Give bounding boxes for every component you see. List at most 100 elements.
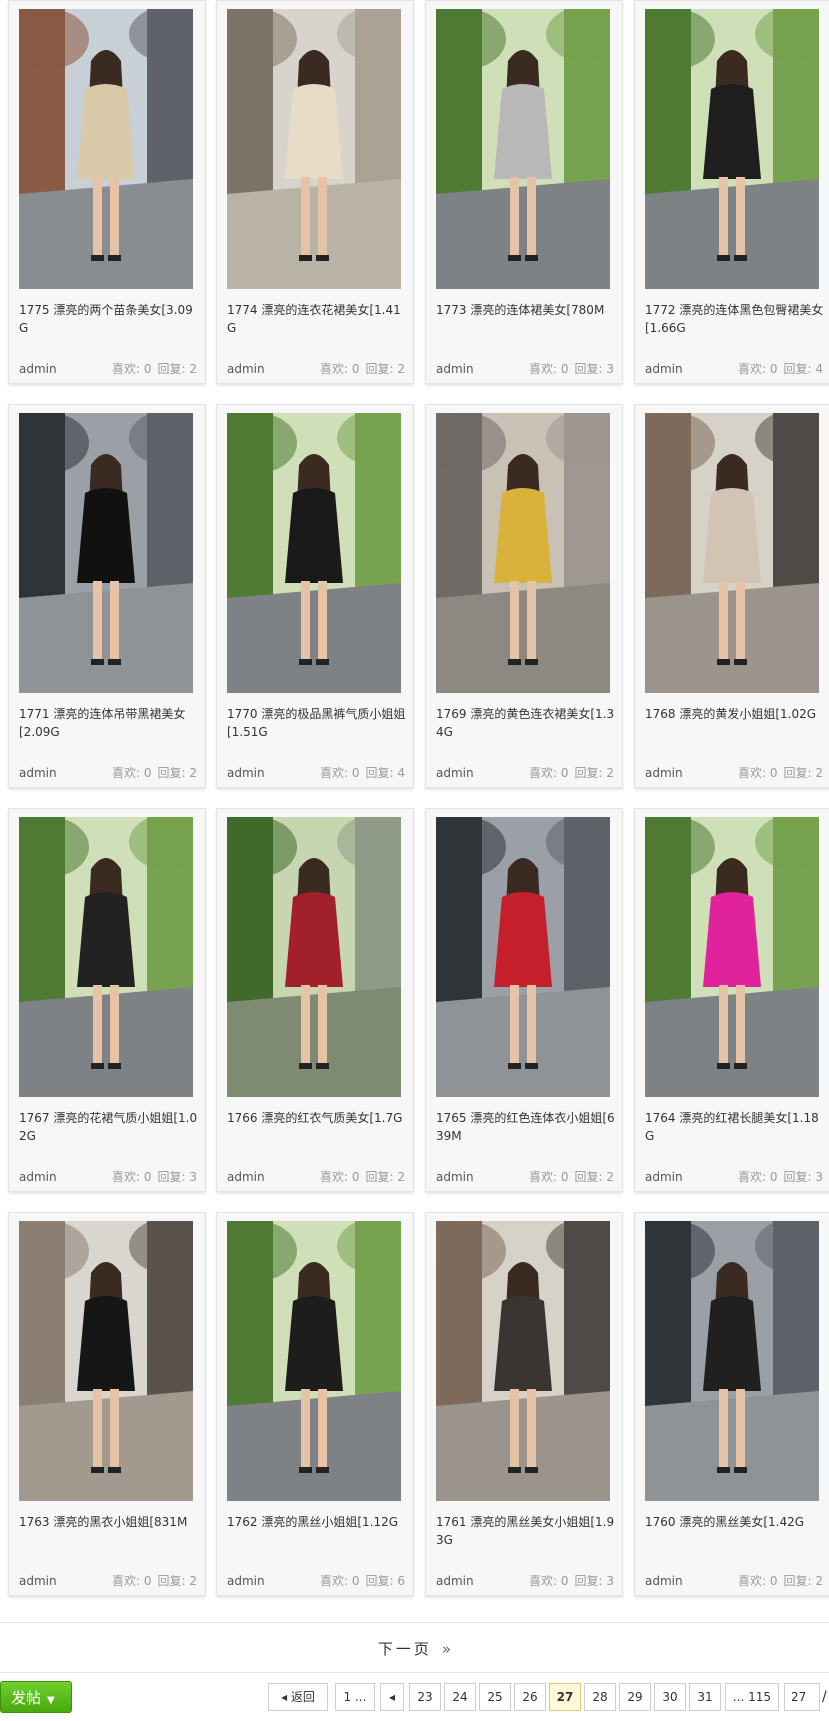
thread-thumbnail[interactable]: [436, 1221, 610, 1501]
thread-card[interactable]: 1761 漂亮的黑丝美女小姐姐[1.93G admin 喜欢: 0 回复: 3: [425, 1212, 623, 1596]
thread-title[interactable]: 1768 漂亮的黄发小姐姐[1.02G: [645, 705, 825, 723]
thread-card[interactable]: 1762 漂亮的黑丝小姐姐[1.12G admin 喜欢: 0 回复: 6: [216, 1212, 414, 1596]
thread-meta: admin 喜欢: 0 回复: 3: [436, 1572, 614, 1590]
thread-card[interactable]: 1772 漂亮的连体黑色包臀裙美女[1.66G admin 喜欢: 0 回复: 4: [634, 0, 829, 384]
pager-current-page[interactable]: 27: [549, 1683, 581, 1711]
pager-page-link[interactable]: 28: [584, 1683, 616, 1711]
thread-title[interactable]: 1767 漂亮的花裙气质小姐姐[1.02G: [19, 1109, 199, 1145]
pager-page-link[interactable]: 31: [689, 1683, 721, 1711]
likes-count: 喜欢: 0: [738, 1574, 778, 1588]
pager-page-link[interactable]: 23: [409, 1683, 441, 1711]
thread-stats: 喜欢: 0 回复: 6: [314, 1572, 405, 1590]
thread-card[interactable]: 1764 漂亮的红裙长腿美女[1.18G admin 喜欢: 0 回复: 3: [634, 808, 829, 1192]
thread-author[interactable]: admin: [436, 1572, 474, 1590]
thread-author[interactable]: admin: [19, 1572, 57, 1590]
thread-author[interactable]: admin: [436, 360, 474, 378]
pager-last-page[interactable]: ... 115: [725, 1683, 779, 1711]
replies-count: 回复: 3: [574, 362, 615, 376]
thread-thumbnail[interactable]: [645, 817, 819, 1097]
thread-thumbnail[interactable]: [436, 817, 610, 1097]
thread-title[interactable]: 1772 漂亮的连体黑色包臀裙美女[1.66G: [645, 301, 825, 337]
thread-card[interactable]: 1773 漂亮的连体裙美女[780M admin 喜欢: 0 回复: 3: [425, 0, 623, 384]
thread-author[interactable]: admin: [227, 764, 265, 782]
thread-stats: 喜欢: 0 回复: 2: [523, 764, 614, 782]
replies-count: 回复: 3: [574, 1574, 615, 1588]
thread-title[interactable]: 1760 漂亮的黑丝美女[1.42G: [645, 1513, 825, 1531]
thread-card[interactable]: 1770 漂亮的极品黑裤气质小姐姐[1.51G admin 喜欢: 0 回复: 4: [216, 404, 414, 788]
pager-page-link[interactable]: 29: [619, 1683, 651, 1711]
thread-meta: admin 喜欢: 0 回复: 2: [19, 764, 197, 782]
thread-author[interactable]: admin: [19, 1168, 57, 1186]
thread-author[interactable]: admin: [436, 764, 474, 782]
thread-author[interactable]: admin: [227, 1572, 265, 1590]
thread-thumbnail[interactable]: [227, 1221, 401, 1501]
next-page-link[interactable]: 下一页 »: [0, 1631, 829, 1667]
thread-title[interactable]: 1774 漂亮的连衣花裙美女[1.41G: [227, 301, 407, 337]
pager-prev-button[interactable]: ◂: [380, 1683, 404, 1711]
thread-thumbnail[interactable]: [19, 817, 193, 1097]
thread-meta: admin 喜欢: 0 回复: 2: [436, 1168, 614, 1186]
likes-count: 喜欢: 0: [112, 766, 152, 780]
thread-title[interactable]: 1765 漂亮的红色连体衣小姐姐[639M: [436, 1109, 616, 1145]
next-page-label[interactable]: 下一页: [378, 1640, 432, 1658]
thread-card[interactable]: 1768 漂亮的黄发小姐姐[1.02G admin 喜欢: 0 回复: 2: [634, 404, 829, 788]
thread-author[interactable]: admin: [645, 360, 683, 378]
thread-thumbnail[interactable]: [645, 413, 819, 693]
replies-count: 回复: 2: [365, 362, 406, 376]
pager-page-input[interactable]: 27: [784, 1683, 820, 1711]
thread-title[interactable]: 1762 漂亮的黑丝小姐姐[1.12G: [227, 1513, 407, 1531]
thread-thumbnail[interactable]: [227, 817, 401, 1097]
thread-thumbnail[interactable]: [227, 413, 401, 693]
pager-back-button[interactable]: ◂ 返回: [268, 1683, 328, 1711]
likes-count: 喜欢: 0: [320, 1574, 360, 1588]
thread-card[interactable]: 1771 漂亮的连体吊带黑裙美女[2.09G admin 喜欢: 0 回复: 2: [8, 404, 206, 788]
thread-author[interactable]: admin: [645, 1572, 683, 1590]
next-page-arrow-icon[interactable]: »: [442, 1640, 451, 1658]
replies-count: 回复: 6: [365, 1574, 406, 1588]
thread-title[interactable]: 1771 漂亮的连体吊带黑裙美女[2.09G: [19, 705, 199, 741]
thread-thumbnail[interactable]: [19, 413, 193, 693]
thread-author[interactable]: admin: [436, 1168, 474, 1186]
thread-author[interactable]: admin: [645, 764, 683, 782]
thread-thumbnail[interactable]: [19, 1221, 193, 1501]
thread-thumbnail[interactable]: [436, 9, 610, 289]
thread-title[interactable]: 1761 漂亮的黑丝美女小姐姐[1.93G: [436, 1513, 616, 1549]
thread-title[interactable]: 1770 漂亮的极品黑裤气质小姐姐[1.51G: [227, 705, 407, 741]
thread-author[interactable]: admin: [227, 360, 265, 378]
thread-card[interactable]: 1766 漂亮的红衣气质美女[1.7G admin 喜欢: 0 回复: 2: [216, 808, 414, 1192]
likes-count: 喜欢: 0: [738, 766, 778, 780]
thread-title[interactable]: 1775 漂亮的两个苗条美女[3.09G: [19, 301, 199, 337]
thread-title[interactable]: 1773 漂亮的连体裙美女[780M: [436, 301, 616, 319]
thread-stats: 喜欢: 0 回复: 2: [732, 1572, 823, 1590]
thread-card[interactable]: 1760 漂亮的黑丝美女[1.42G admin 喜欢: 0 回复: 2: [634, 1212, 829, 1596]
thread-author[interactable]: admin: [19, 360, 57, 378]
thread-author[interactable]: admin: [19, 764, 57, 782]
pager-page-link[interactable]: 30: [654, 1683, 686, 1711]
thread-title[interactable]: 1763 漂亮的黑衣小姐姐[831M: [19, 1513, 199, 1531]
thread-card[interactable]: 1765 漂亮的红色连体衣小姐姐[639M admin 喜欢: 0 回复: 2: [425, 808, 623, 1192]
thread-card[interactable]: 1774 漂亮的连衣花裙美女[1.41G admin 喜欢: 0 回复: 2: [216, 0, 414, 384]
pager-page-link[interactable]: 26: [514, 1683, 546, 1711]
thread-thumbnail[interactable]: [645, 9, 819, 289]
thread-card[interactable]: 1767 漂亮的花裙气质小姐姐[1.02G admin 喜欢: 0 回复: 3: [8, 808, 206, 1192]
thread-title[interactable]: 1769 漂亮的黄色连衣裙美女[1.34G: [436, 705, 616, 741]
thread-thumbnail[interactable]: [436, 413, 610, 693]
thread-card[interactable]: 1775 漂亮的两个苗条美女[3.09G admin 喜欢: 0 回复: 2: [8, 0, 206, 384]
thread-stats: 喜欢: 0 回复: 2: [732, 764, 823, 782]
thread-meta: admin 喜欢: 0 回复: 4: [227, 764, 405, 782]
thread-thumbnail[interactable]: [227, 9, 401, 289]
thread-meta: admin 喜欢: 0 回复: 2: [645, 764, 823, 782]
pager-page-link[interactable]: 24: [444, 1683, 476, 1711]
pager-page-link[interactable]: 25: [479, 1683, 511, 1711]
thread-author[interactable]: admin: [227, 1168, 265, 1186]
thread-card[interactable]: 1763 漂亮的黑衣小姐姐[831M admin 喜欢: 0 回复: 2: [8, 1212, 206, 1596]
thread-thumbnail[interactable]: [19, 9, 193, 289]
thread-thumbnail[interactable]: [645, 1221, 819, 1501]
thread-title[interactable]: 1766 漂亮的红衣气质美女[1.7G: [227, 1109, 407, 1127]
likes-count: 喜欢: 0: [112, 1574, 152, 1588]
pager-first-page[interactable]: 1 ...: [335, 1683, 375, 1711]
thread-author[interactable]: admin: [645, 1168, 683, 1186]
thread-card[interactable]: 1769 漂亮的黄色连衣裙美女[1.34G admin 喜欢: 0 回复: 2: [425, 404, 623, 788]
thread-title[interactable]: 1764 漂亮的红裙长腿美女[1.18G: [645, 1109, 825, 1145]
thread-meta: admin 喜欢: 0 回复: 4: [645, 360, 823, 378]
